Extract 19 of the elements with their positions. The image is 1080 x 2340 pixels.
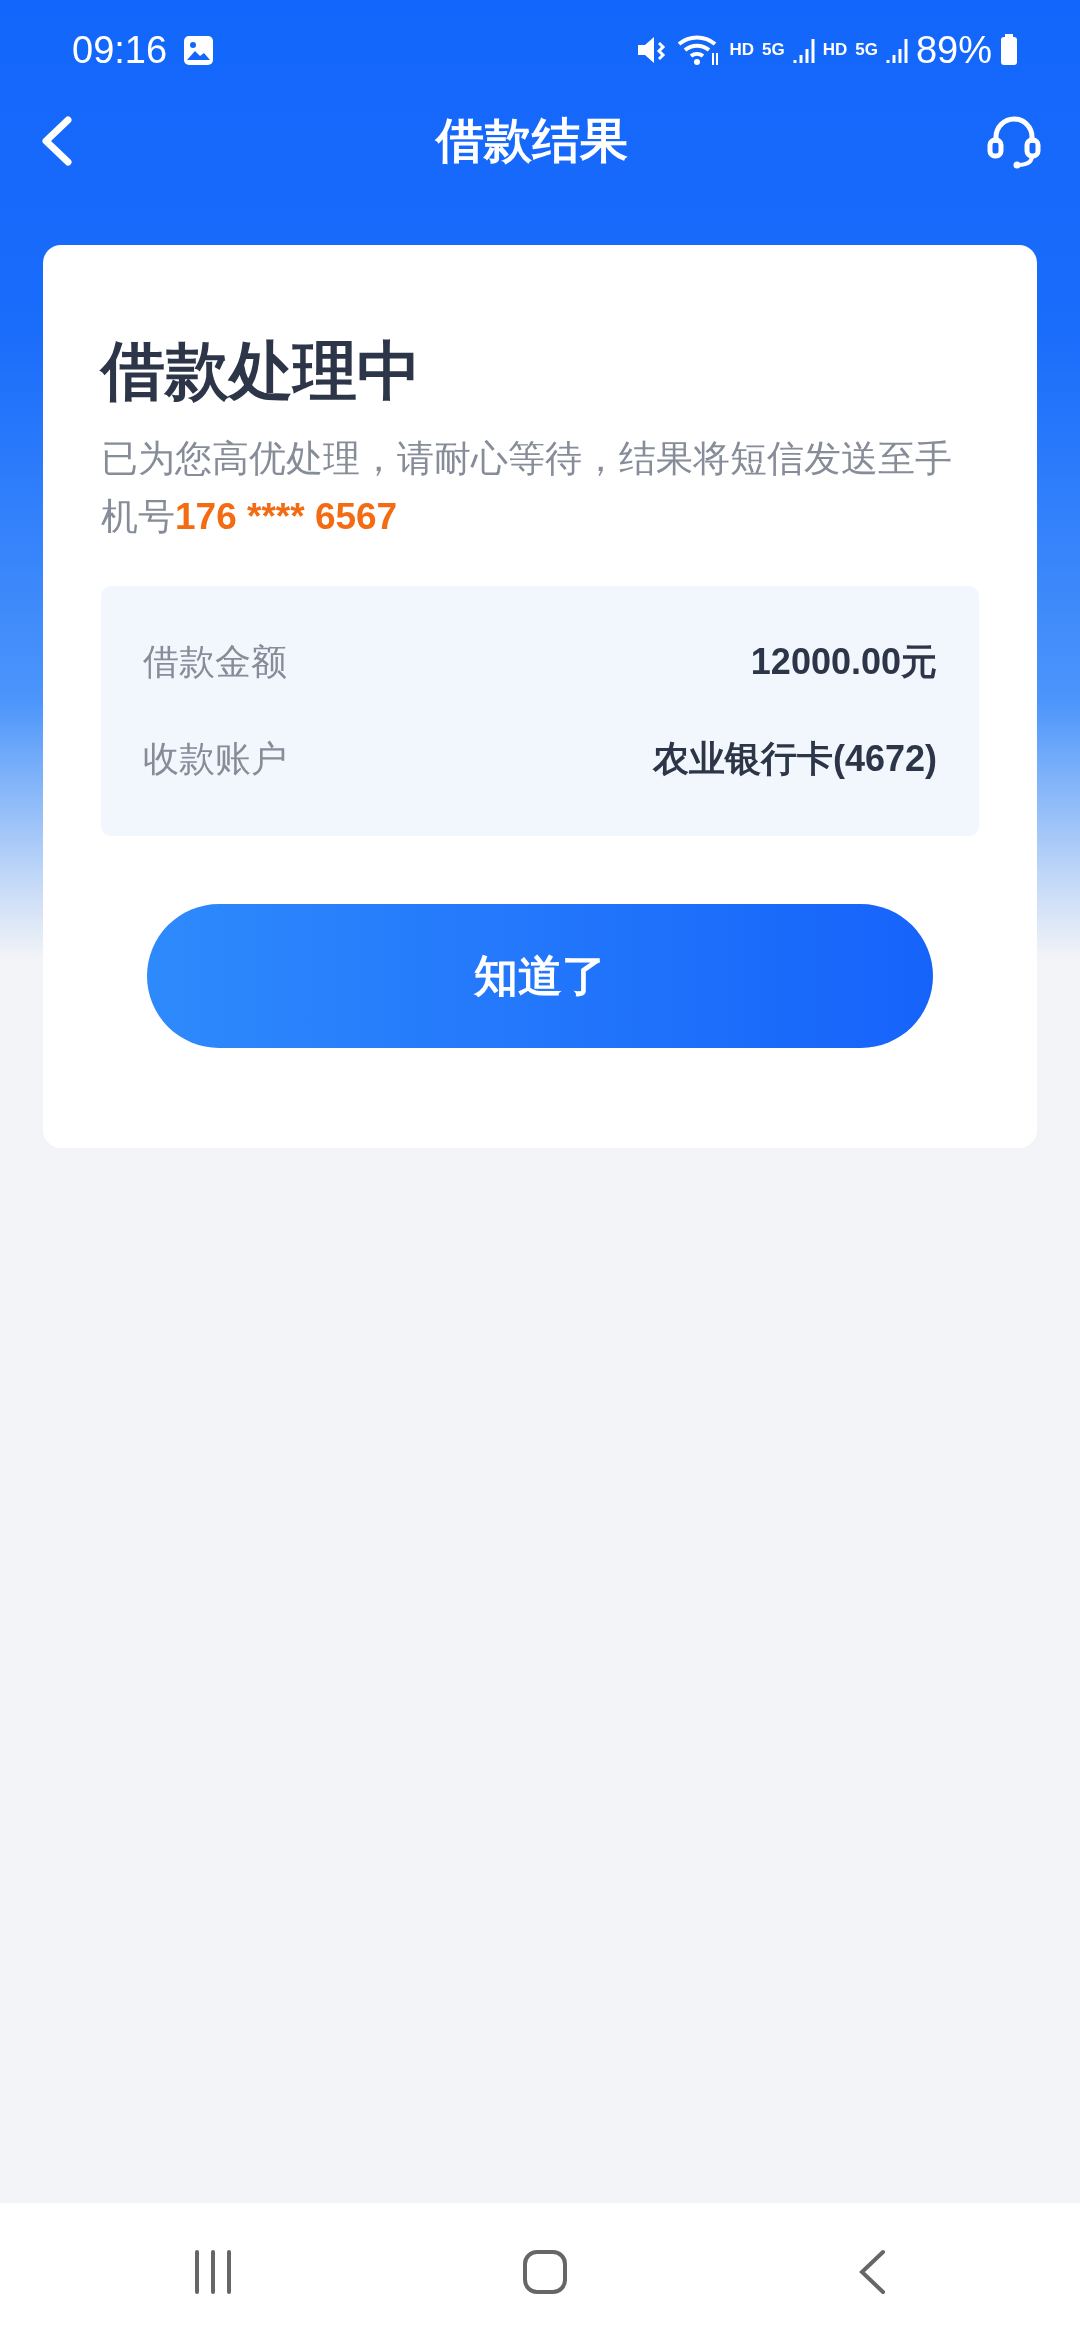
network-label: 5G <box>762 39 785 62</box>
detail-value: 农业银行卡(4672) <box>652 737 937 782</box>
network-label: 5G <box>855 39 878 62</box>
recents-icon[interactable] <box>192 2249 233 2294</box>
result-message: 已为您高优处理，请耐心等待，结果将短信发送至手机号176 **** 6567 <box>101 436 953 539</box>
network-label: HD <box>729 39 754 62</box>
detail-value: 12000.00元 <box>750 640 937 685</box>
network-label: HD <box>822 39 848 62</box>
detail-label: 收款账户 <box>143 737 287 782</box>
ok-button[interactable]: 知道了 <box>147 903 933 1048</box>
home-icon[interactable] <box>522 2248 568 2295</box>
battery-icon <box>1000 34 1018 66</box>
battery-level: 89% <box>915 27 992 73</box>
image-icon <box>183 34 215 66</box>
status-time: 09:16 <box>72 27 168 73</box>
detail-label: 借款金额 <box>143 640 287 685</box>
back-icon[interactable] <box>857 2248 888 2295</box>
result-heading: 借款处理中 <box>101 334 422 409</box>
page-title: 借款结果 <box>436 113 628 169</box>
